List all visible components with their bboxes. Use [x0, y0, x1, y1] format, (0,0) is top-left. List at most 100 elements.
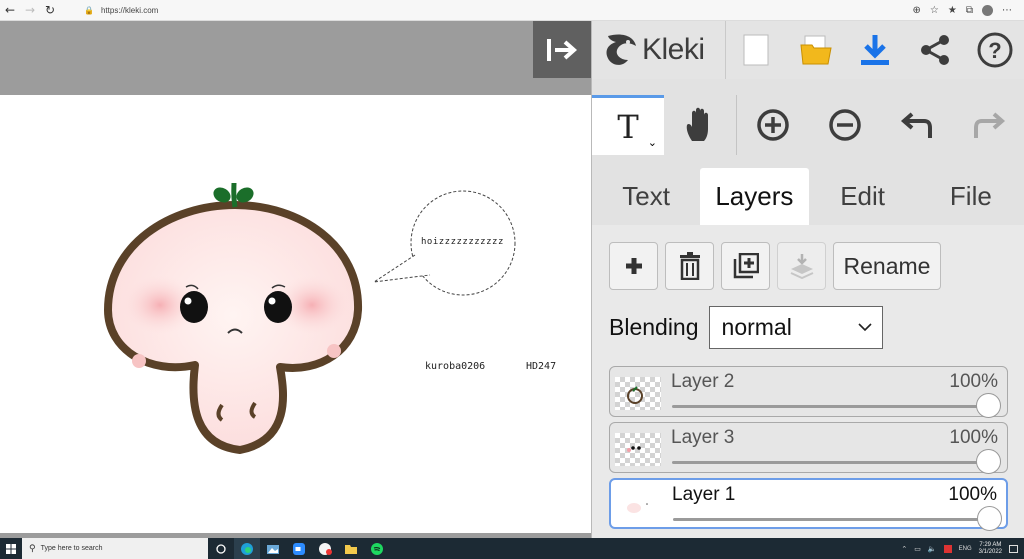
duplicate-icon: [733, 253, 759, 279]
drawing-canvas[interactable]: hoizzzzzzzzzzz kuroba0206 HD247: [0, 95, 591, 533]
search-icon: ⚲: [29, 543, 36, 554]
layer-name: Layer 1: [672, 484, 736, 505]
layer-opacity: 100%: [949, 427, 998, 448]
redo-button[interactable]: [953, 95, 1024, 155]
windows-start-button[interactable]: [0, 538, 22, 559]
svg-text:?: ?: [988, 38, 1001, 63]
toggle-panel-button[interactable]: [533, 21, 591, 78]
blending-label: Blending: [609, 314, 699, 340]
layer-item[interactable]: Layer 3 100%: [609, 422, 1008, 474]
zoom-app-icon[interactable]: [286, 538, 312, 559]
merge-down-icon: [790, 254, 813, 279]
file-explorer-icon[interactable]: [338, 538, 364, 559]
folder-open-icon: [799, 35, 832, 65]
tab-edit[interactable]: Edit: [809, 168, 917, 225]
spotify-icon[interactable]: [364, 538, 390, 559]
merge-down-button[interactable]: [777, 242, 826, 290]
layer-name: Layer 2: [671, 371, 735, 392]
text-tool-button[interactable]: T ⌄: [592, 95, 664, 155]
trash-icon: [679, 252, 700, 280]
edge-icon[interactable]: [234, 538, 260, 559]
new-image-button[interactable]: [726, 21, 786, 79]
duplicate-layer-button[interactable]: [721, 242, 770, 290]
zoom-out-button[interactable]: [809, 95, 881, 155]
top-toolbar: Kleki ?: [592, 21, 1024, 79]
layer-item-selected[interactable]: Layer 1 100%: [609, 478, 1008, 531]
opacity-slider-handle[interactable]: [976, 449, 1001, 474]
task-view-icon[interactable]: [208, 538, 234, 559]
messenger-icon[interactable]: [312, 538, 338, 559]
layer-thumbnail: [615, 433, 661, 466]
photos-app-icon[interactable]: [260, 538, 286, 559]
hand-tool-button[interactable]: [664, 95, 736, 155]
opacity-slider-handle[interactable]: [976, 393, 1001, 418]
notifications-icon[interactable]: [1009, 544, 1018, 553]
blending-select[interactable]: normal: [708, 306, 883, 349]
logo-text: Kleki: [642, 33, 705, 66]
share-icon: [921, 35, 950, 65]
tab-file[interactable]: File: [917, 168, 1024, 225]
favorites-icon[interactable]: ★: [948, 5, 957, 16]
panel-tabs: Text Layers Edit File: [592, 168, 1024, 225]
help-button[interactable]: ?: [965, 21, 1024, 79]
collapse-arrow-icon: [547, 38, 578, 61]
taskbar-search[interactable]: ⚲ Type here to search: [22, 538, 208, 559]
volume-icon[interactable]: 🔈: [928, 545, 937, 553]
refresh-icon[interactable]: ↻: [40, 0, 60, 21]
zoom-in-button[interactable]: [737, 95, 809, 155]
chevron-up-icon[interactable]: ⌃: [901, 545, 907, 553]
redo-icon: [974, 112, 1006, 138]
kleki-bird-icon: [606, 34, 636, 65]
minus-circle-icon: [829, 109, 861, 141]
zoom-icon[interactable]: ⊕: [913, 5, 921, 16]
layer-thumbnail: [616, 490, 662, 523]
taskbar: ⚲ Type here to search ⌃ ▭ 🔈 ENG 7:29 AM …: [0, 538, 1024, 559]
search-placeholder: Type here to search: [40, 545, 103, 552]
system-tray: ⌃ ▭ 🔈 ENG 7:29 AM 3/1/2022: [901, 538, 1018, 559]
layer-item[interactable]: Layer 2 100%: [609, 366, 1008, 418]
layer-opacity: 100%: [948, 484, 997, 505]
tab-text[interactable]: Text: [592, 168, 700, 225]
new-file-icon: [743, 34, 769, 66]
blending-value: normal: [721, 314, 792, 340]
opacity-slider-track[interactable]: [673, 518, 989, 521]
tab-layers[interactable]: Layers: [700, 168, 809, 225]
collections-icon[interactable]: ⧉: [966, 5, 973, 16]
undo-icon: [900, 112, 932, 138]
forward-icon[interactable]: →: [20, 0, 40, 21]
speech-text: hoizzzzzzzzzzz: [421, 237, 504, 247]
add-layer-button[interactable]: [609, 242, 658, 290]
tool-row: T ⌄: [592, 95, 1024, 155]
text-tool-icon: T: [617, 107, 639, 146]
more-menu-icon[interactable]: ⋯: [1002, 5, 1012, 16]
signature-text: kuroba0206: [425, 361, 486, 372]
language-indicator[interactable]: ENG: [959, 546, 972, 552]
layers-panel: Rename Blending normal Layer 2 100% Laye…: [592, 225, 1024, 538]
clock[interactable]: 7:29 AM 3/1/2022: [979, 542, 1002, 556]
layer-opacity: 100%: [949, 371, 998, 392]
hand-icon: [686, 107, 708, 141]
antivirus-icon[interactable]: [943, 544, 952, 553]
profile-avatar[interactable]: [982, 5, 993, 16]
opacity-slider-handle[interactable]: [977, 506, 1002, 531]
plus-circle-icon: [757, 109, 789, 141]
help-icon: ?: [977, 32, 1013, 68]
delete-layer-button[interactable]: [665, 242, 714, 290]
rename-layer-button[interactable]: Rename: [833, 242, 941, 290]
back-icon[interactable]: ←: [0, 0, 20, 21]
share-button[interactable]: [905, 21, 965, 79]
address-bar[interactable]: 🔒 https://kleki.com: [84, 3, 919, 18]
plus-icon: [625, 258, 642, 274]
opacity-slider-track[interactable]: [672, 405, 988, 408]
opacity-slider-track[interactable]: [672, 461, 988, 464]
tag-text: HD247: [526, 361, 557, 372]
save-button[interactable]: [845, 21, 905, 79]
favorite-add-icon[interactable]: ☆: [930, 5, 939, 16]
undo-button[interactable]: [881, 95, 953, 155]
url-text: https://kleki.com: [100, 6, 159, 15]
windows-logo-icon: [6, 543, 16, 554]
battery-icon[interactable]: ▭: [914, 545, 921, 553]
layer-thumbnail: [615, 377, 661, 410]
open-file-button[interactable]: [786, 21, 846, 79]
kleki-logo[interactable]: Kleki: [592, 21, 726, 79]
